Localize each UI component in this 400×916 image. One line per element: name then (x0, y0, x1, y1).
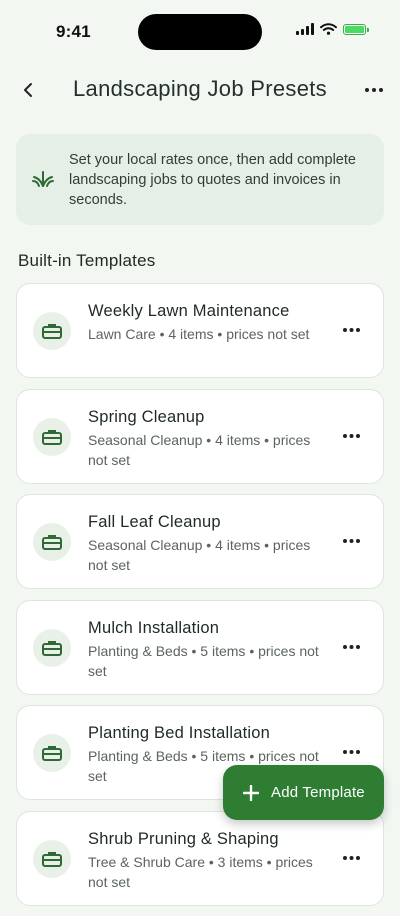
cellular-signal-icon (296, 23, 314, 35)
status-bar: 9:41 (0, 0, 400, 64)
ellipsis-icon (342, 644, 360, 649)
template-more-button[interactable] (339, 529, 363, 553)
template-card[interactable]: Fall Leaf Cleanup Seasonal Cleanup • 4 i… (16, 494, 384, 589)
template-title: Weekly Lawn Maintenance (88, 302, 290, 320)
add-template-button[interactable]: Add Template (223, 765, 384, 820)
status-time: 9:41 (56, 22, 91, 41)
ellipsis-icon (342, 328, 360, 332)
template-meta: Planting & Beds • 5 items • prices not s… (88, 642, 319, 679)
template-title: Planting Bed Installation (88, 724, 271, 742)
page-title: Landscaping Job Presets (73, 76, 327, 101)
toolbox-icon (33, 417, 71, 456)
nav-bar: Landscaping Job Presets (0, 70, 400, 110)
ellipsis-icon (342, 433, 360, 438)
plus-icon (243, 784, 259, 801)
section-title: Built-in Templates (18, 251, 156, 270)
battery-charging-icon (343, 23, 369, 35)
template-more-button[interactable] (339, 318, 363, 342)
toolbox-icon (33, 312, 71, 350)
template-meta: Lawn Care • 4 items • prices not set (88, 326, 310, 342)
ellipsis-icon (365, 88, 383, 92)
info-banner: Set your local rates once, then add comp… (16, 134, 384, 225)
template-meta: Seasonal Cleanup • 4 items • prices not … (88, 431, 311, 468)
template-card[interactable]: Mulch Installation Planting & Beds • 5 i… (16, 599, 384, 695)
template-meta: Tree & Shrub Care • 3 items • prices not… (88, 853, 313, 890)
toolbox-icon (33, 734, 71, 772)
dynamic-island (138, 14, 262, 50)
add-template-label: Add Template (271, 784, 365, 801)
template-more-button[interactable] (339, 424, 363, 448)
wifi-icon (320, 23, 337, 35)
ellipsis-icon (342, 855, 360, 860)
template-card[interactable]: Shrub Pruning & Shaping Tree & Shrub Car… (16, 810, 384, 906)
template-meta: Seasonal Cleanup • 4 items • prices not … (88, 537, 311, 573)
ellipsis-icon (342, 750, 360, 754)
grass-icon (32, 171, 54, 187)
template-title: Shrub Pruning & Shaping (88, 829, 279, 848)
toolbox-icon (33, 523, 71, 561)
template-card[interactable]: Weekly Lawn Maintenance Lawn Care • 4 it… (16, 283, 384, 378)
toolbox-icon (33, 839, 71, 878)
info-text: Set your local rates once, then add comp… (69, 152, 356, 208)
status-icons (296, 23, 369, 35)
template-more-button[interactable] (339, 846, 363, 870)
toolbox-icon (33, 628, 71, 667)
template-title: Fall Leaf Cleanup (88, 513, 221, 531)
ellipsis-icon (342, 539, 360, 543)
template-title: Spring Cleanup (88, 407, 205, 426)
template-more-button[interactable] (339, 740, 363, 764)
more-options-button[interactable] (360, 76, 388, 104)
template-card[interactable]: Spring Cleanup Seasonal Cleanup • 4 item… (16, 388, 384, 484)
template-title: Mulch Installation (88, 618, 220, 637)
template-list: Weekly Lawn Maintenance Lawn Care • 4 it… (16, 283, 384, 916)
template-more-button[interactable] (339, 635, 363, 659)
